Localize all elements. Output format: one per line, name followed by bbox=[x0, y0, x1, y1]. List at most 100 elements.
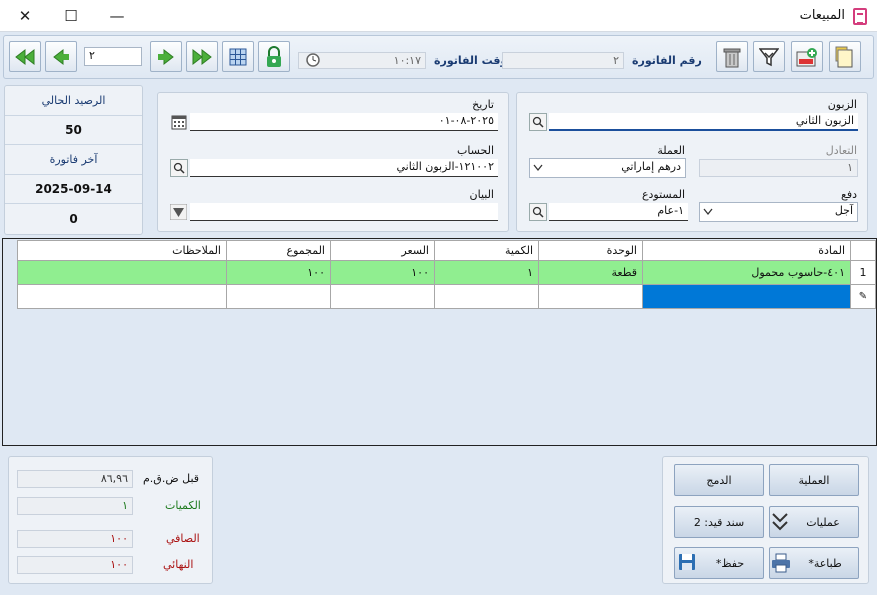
double-chevron-down-icon bbox=[772, 513, 788, 531]
last-record-button[interactable] bbox=[186, 41, 218, 72]
add-record-button[interactable] bbox=[791, 41, 823, 72]
search-icon bbox=[173, 162, 185, 174]
net-label: الصافي bbox=[166, 532, 200, 545]
column-header[interactable]: الملاحظات bbox=[17, 240, 227, 261]
exchange-rate-input: ١ bbox=[699, 159, 858, 177]
column-header[interactable]: المادة bbox=[642, 240, 851, 261]
payment-label: دفع bbox=[840, 188, 857, 201]
warehouse-input[interactable]: ١-عام bbox=[549, 203, 688, 221]
search-icon bbox=[532, 116, 544, 128]
previous-record-button[interactable] bbox=[45, 41, 77, 72]
table-row[interactable]: 1 ٤٠١-حاسوب محمول قطعة ١ ١٠٠ ١٠٠ bbox=[17, 260, 876, 285]
table-row-new[interactable]: ✎ bbox=[17, 284, 876, 309]
unit-cell[interactable] bbox=[538, 284, 643, 309]
invoice-number-label: رقم الفاتورة bbox=[632, 54, 702, 67]
last-invoice-date: 2025-09-14 bbox=[5, 174, 142, 204]
quantity-cell[interactable]: ١ bbox=[434, 260, 539, 285]
column-header[interactable]: الكمية bbox=[434, 240, 539, 261]
arrow-right-icon bbox=[158, 48, 174, 65]
payment-select[interactable]: آجل bbox=[699, 202, 858, 222]
save-label: حفظ* bbox=[715, 556, 745, 570]
item-cell-selected[interactable] bbox=[642, 284, 851, 309]
operations-label: عمليات bbox=[806, 515, 840, 529]
total-cell[interactable]: ١٠٠ bbox=[226, 260, 331, 285]
dropdown-arrow-icon[interactable] bbox=[170, 204, 187, 220]
minimize-button[interactable]: — bbox=[106, 6, 128, 26]
clock-icon bbox=[306, 53, 320, 67]
double-arrow-right-icon bbox=[192, 48, 212, 65]
customer-input[interactable]: الزبون الثاني bbox=[549, 113, 858, 131]
currency-label: العملة bbox=[657, 144, 685, 157]
net-value: ١٠٠ bbox=[17, 530, 133, 548]
date-input[interactable]: ٢٠٢٥-٠٨-٠١ bbox=[190, 113, 498, 131]
close-button[interactable]: ✕ bbox=[14, 6, 36, 26]
invoice-time-label: وقت الفاتورة bbox=[434, 54, 508, 67]
delete-button[interactable] bbox=[716, 41, 748, 72]
new-document-button[interactable] bbox=[829, 41, 861, 72]
before-tax-label: قبل ض.ق.م bbox=[143, 472, 200, 485]
floppy-disk-icon bbox=[679, 554, 695, 570]
grid-view-button[interactable] bbox=[222, 41, 254, 72]
account-label: الحساب bbox=[456, 144, 494, 157]
record-number-input[interactable]: ٢ bbox=[84, 47, 142, 66]
date-label: تاريخ bbox=[472, 98, 494, 111]
operation-button[interactable]: العملية bbox=[769, 464, 859, 496]
final-value: ١٠٠ bbox=[17, 556, 133, 574]
price-cell[interactable]: ١٠٠ bbox=[330, 260, 435, 285]
double-arrow-left-icon bbox=[15, 48, 35, 65]
quantities-label: الكميات bbox=[165, 499, 201, 512]
current-balance-label: الرصيد الحالي bbox=[5, 86, 142, 116]
column-header[interactable]: الوحدة bbox=[538, 240, 643, 261]
current-balance-value: 50 bbox=[5, 115, 142, 145]
row-number-header bbox=[850, 240, 876, 261]
chevron-down-icon bbox=[533, 164, 543, 172]
trash-icon bbox=[723, 48, 741, 67]
row-number: 1 bbox=[850, 260, 876, 285]
app-icon bbox=[853, 8, 867, 25]
final-label: النهائي bbox=[163, 558, 194, 571]
account-input[interactable]: ١٢١٠٠٢-الزبون الثاني bbox=[190, 159, 498, 177]
merge-button[interactable]: الدمج bbox=[674, 464, 764, 496]
window-title: المبيعات bbox=[799, 8, 845, 23]
column-header[interactable]: السعر bbox=[330, 240, 435, 261]
customer-label: الزبون bbox=[827, 98, 857, 111]
price-cell[interactable] bbox=[330, 284, 435, 309]
new-row-marker-icon: ✎ bbox=[850, 284, 876, 309]
invoice-number-field: ٢ bbox=[502, 52, 624, 69]
currency-select[interactable]: درهم إماراتي bbox=[529, 158, 686, 178]
account-search-button[interactable] bbox=[170, 159, 188, 177]
item-cell[interactable]: ٤٠١-حاسوب محمول bbox=[642, 260, 851, 285]
last-invoice-label: آخر فاتورة bbox=[5, 145, 142, 175]
journal-entry-button[interactable]: سند قيد: 2 bbox=[674, 506, 764, 538]
grid-icon bbox=[229, 48, 247, 65]
first-record-button[interactable] bbox=[9, 41, 41, 72]
arrow-left-icon bbox=[53, 48, 69, 65]
exchange-rate-label: التعادل bbox=[825, 144, 857, 157]
search-icon bbox=[532, 206, 544, 218]
lock-button[interactable] bbox=[258, 41, 290, 72]
table-header-row: المادة الوحدة الكمية السعر المجموع الملا… bbox=[17, 240, 876, 261]
before-tax-value: ٨٦,٩٦ bbox=[17, 470, 133, 488]
statement-label: البيان bbox=[469, 188, 494, 201]
customer-search-button[interactable] bbox=[529, 113, 547, 131]
funnel-icon bbox=[759, 47, 779, 66]
quantity-cell[interactable] bbox=[434, 284, 539, 309]
last-invoice-value: 0 bbox=[69, 212, 78, 226]
unit-cell[interactable]: قطعة bbox=[538, 260, 643, 285]
calendar-icon[interactable] bbox=[171, 114, 187, 130]
chevron-down-icon bbox=[703, 208, 713, 216]
print-label: طباعة* bbox=[808, 556, 842, 570]
quantities-value: ١ bbox=[17, 497, 133, 515]
notes-cell[interactable] bbox=[17, 260, 227, 285]
column-header[interactable]: المجموع bbox=[226, 240, 331, 261]
title-bar bbox=[0, 0, 877, 32]
maximize-button[interactable]: ☐ bbox=[60, 6, 82, 26]
statement-input[interactable] bbox=[190, 203, 498, 221]
warehouse-search-button[interactable] bbox=[529, 203, 547, 221]
total-cell[interactable] bbox=[226, 284, 331, 309]
filter-button[interactable] bbox=[753, 41, 785, 72]
items-table: المادة الوحدة الكمية السعر المجموع الملا… bbox=[17, 240, 876, 309]
new-document-icon bbox=[835, 46, 853, 67]
notes-cell[interactable] bbox=[17, 284, 227, 309]
next-record-button[interactable] bbox=[150, 41, 182, 72]
